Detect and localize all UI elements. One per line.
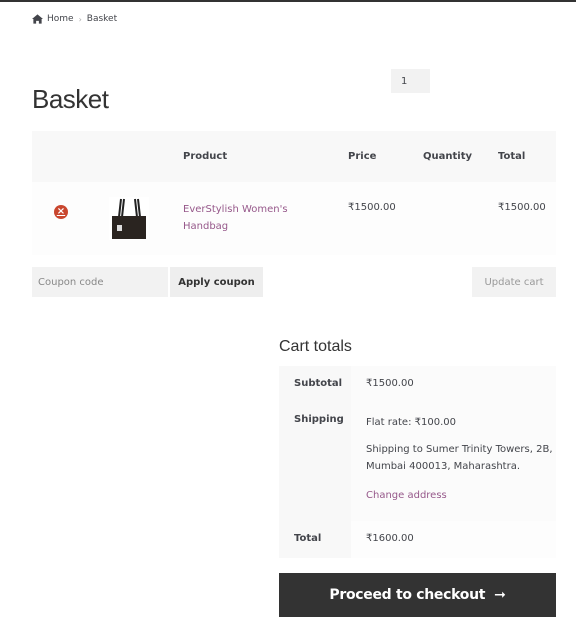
header-product: Product (183, 151, 228, 162)
header-total: Total (498, 151, 526, 162)
header-price: Price (348, 151, 377, 162)
product-price: ₹1500.00 (348, 202, 396, 213)
shipping-row: Shipping Flat rate: ₹100.00 Shipping to … (279, 402, 556, 521)
shipping-suffix: . (516, 461, 521, 472)
top-border (0, 0, 576, 2)
header-quantity: Quantity (423, 151, 472, 162)
coupon-code-input[interactable] (32, 267, 168, 297)
breadcrumb-current: Basket (86, 14, 118, 24)
table-row: × EverStylish Women's Handbag ₹1500.00 ₹… (32, 182, 556, 255)
order-total-value: ₹1600.00 (351, 521, 556, 558)
breadcrumb: Home › Basket (32, 14, 117, 24)
handbag-image[interactable] (109, 197, 149, 240)
shipping-method: Flat rate: ₹100.00 (366, 417, 456, 428)
order-total-label: Total (279, 521, 351, 558)
cart-table-header: Product Price Quantity Total (32, 131, 556, 182)
breadcrumb-separator: › (78, 14, 82, 24)
change-address-link[interactable]: Change address (366, 490, 556, 501)
subtotal-row: Subtotal ₹1500.00 (279, 366, 556, 402)
cart-totals-table: Subtotal ₹1500.00 Shipping Flat rate: ₹1… (279, 366, 556, 558)
cart-totals-title: Cart totals (279, 338, 352, 355)
home-icon (32, 14, 43, 24)
shipping-destination: Shipping to Sumer Trinity Towers, 2B, Mu… (366, 441, 556, 475)
proceed-to-checkout-button[interactable]: Proceed to checkout ➞ (279, 573, 556, 617)
page-title: Basket (32, 84, 109, 114)
breadcrumb-home-link[interactable]: Home (47, 14, 74, 24)
quantity-input[interactable] (391, 69, 430, 93)
shipping-details: Flat rate: ₹100.00 Shipping to Sumer Tri… (351, 402, 556, 521)
remove-icon[interactable]: × (54, 205, 68, 219)
product-line-total: ₹1500.00 (498, 202, 546, 213)
order-total-row: Total ₹1600.00 (279, 521, 556, 558)
apply-coupon-button[interactable]: Apply coupon (170, 267, 263, 297)
subtotal-label: Subtotal (279, 366, 351, 402)
arrow-right-icon: ➞ (494, 587, 506, 603)
shipping-label: Shipping (279, 402, 351, 521)
shipping-to-prefix: Shipping to (366, 444, 427, 455)
subtotal-value: ₹1500.00 (351, 366, 556, 402)
checkout-label: Proceed to checkout (329, 587, 486, 603)
update-cart-button[interactable]: Update cart (472, 267, 556, 297)
product-name-link[interactable]: EverStylish Women's Handbag (183, 201, 303, 235)
cart-table: Product Price Quantity Total × EverStyli… (32, 131, 556, 255)
